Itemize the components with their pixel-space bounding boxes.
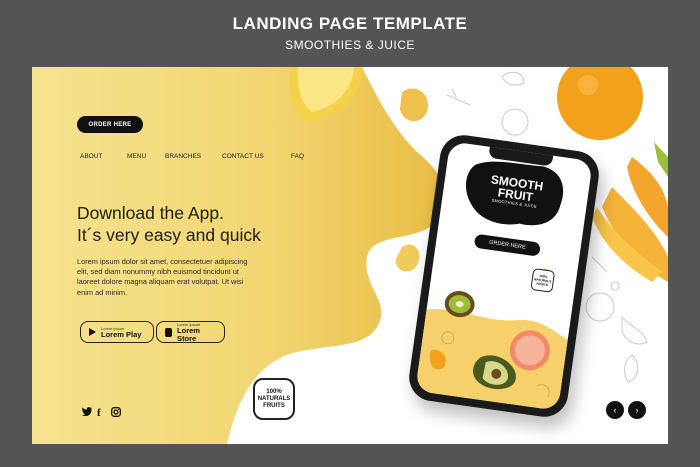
phone-naturals-badge: 100% NATURALS FRUITS bbox=[530, 268, 556, 293]
nav-item-about[interactable]: ABOUT bbox=[80, 153, 102, 160]
facebook-icon[interactable]: f bbox=[97, 407, 101, 419]
phone-screen: SMOOTH FRUIT SMOOTHIES & JUICE ORDER HER… bbox=[415, 141, 593, 411]
nav-item-menu[interactable]: MENU bbox=[127, 153, 146, 160]
nav-item-contact-us[interactable]: CONTACT US bbox=[222, 153, 264, 160]
badge-line-1: 100% bbox=[266, 388, 282, 395]
twitter-icon[interactable] bbox=[81, 407, 92, 419]
play-icon bbox=[89, 328, 96, 336]
badge-line-2: NATURALS bbox=[257, 395, 291, 402]
lorem-store-button[interactable]: Lorem ipsum Lorem Store bbox=[156, 321, 225, 343]
hero-line-2: It´s very easy and quick bbox=[77, 225, 261, 245]
next-arrow-button[interactable]: › bbox=[628, 401, 646, 419]
page-subtitle: SMOOTHIES & JUICE bbox=[285, 38, 415, 52]
lorem-play-button[interactable]: Lorem ipsum Lorem Play bbox=[80, 321, 154, 343]
page-title: LANDING PAGE TEMPLATE bbox=[232, 14, 468, 33]
apple-icon bbox=[165, 327, 173, 337]
hero-heading: Download the App. It´s very easy and qui… bbox=[77, 202, 261, 246]
phone-badge-line-3: FRUITS bbox=[536, 281, 549, 288]
store-button-label: Lorem Store bbox=[177, 325, 200, 343]
badge-line-3: FRUITS bbox=[263, 402, 285, 409]
instagram-icon[interactable] bbox=[111, 407, 121, 420]
nav-item-branches[interactable]: BRANCHES bbox=[165, 153, 201, 160]
prev-arrow-button[interactable]: ‹ bbox=[606, 401, 624, 419]
store-button-label: Lorem Play bbox=[101, 329, 142, 339]
naturals-fruits-badge: 100% NATURALS FRUITS bbox=[253, 378, 295, 420]
hero-line-1: Download the App. bbox=[77, 203, 224, 223]
orange-fruit bbox=[557, 67, 643, 140]
body-paragraph: Lorem ipsum dolor sit amet, consectetuer… bbox=[77, 257, 248, 297]
nav-item-faq[interactable]: FAQ bbox=[291, 153, 304, 160]
landing-page-card: ORDER HERE ABOUT MENU BRANCHES CONTACT U… bbox=[32, 67, 668, 444]
order-here-button[interactable]: ORDER HERE bbox=[77, 116, 143, 133]
